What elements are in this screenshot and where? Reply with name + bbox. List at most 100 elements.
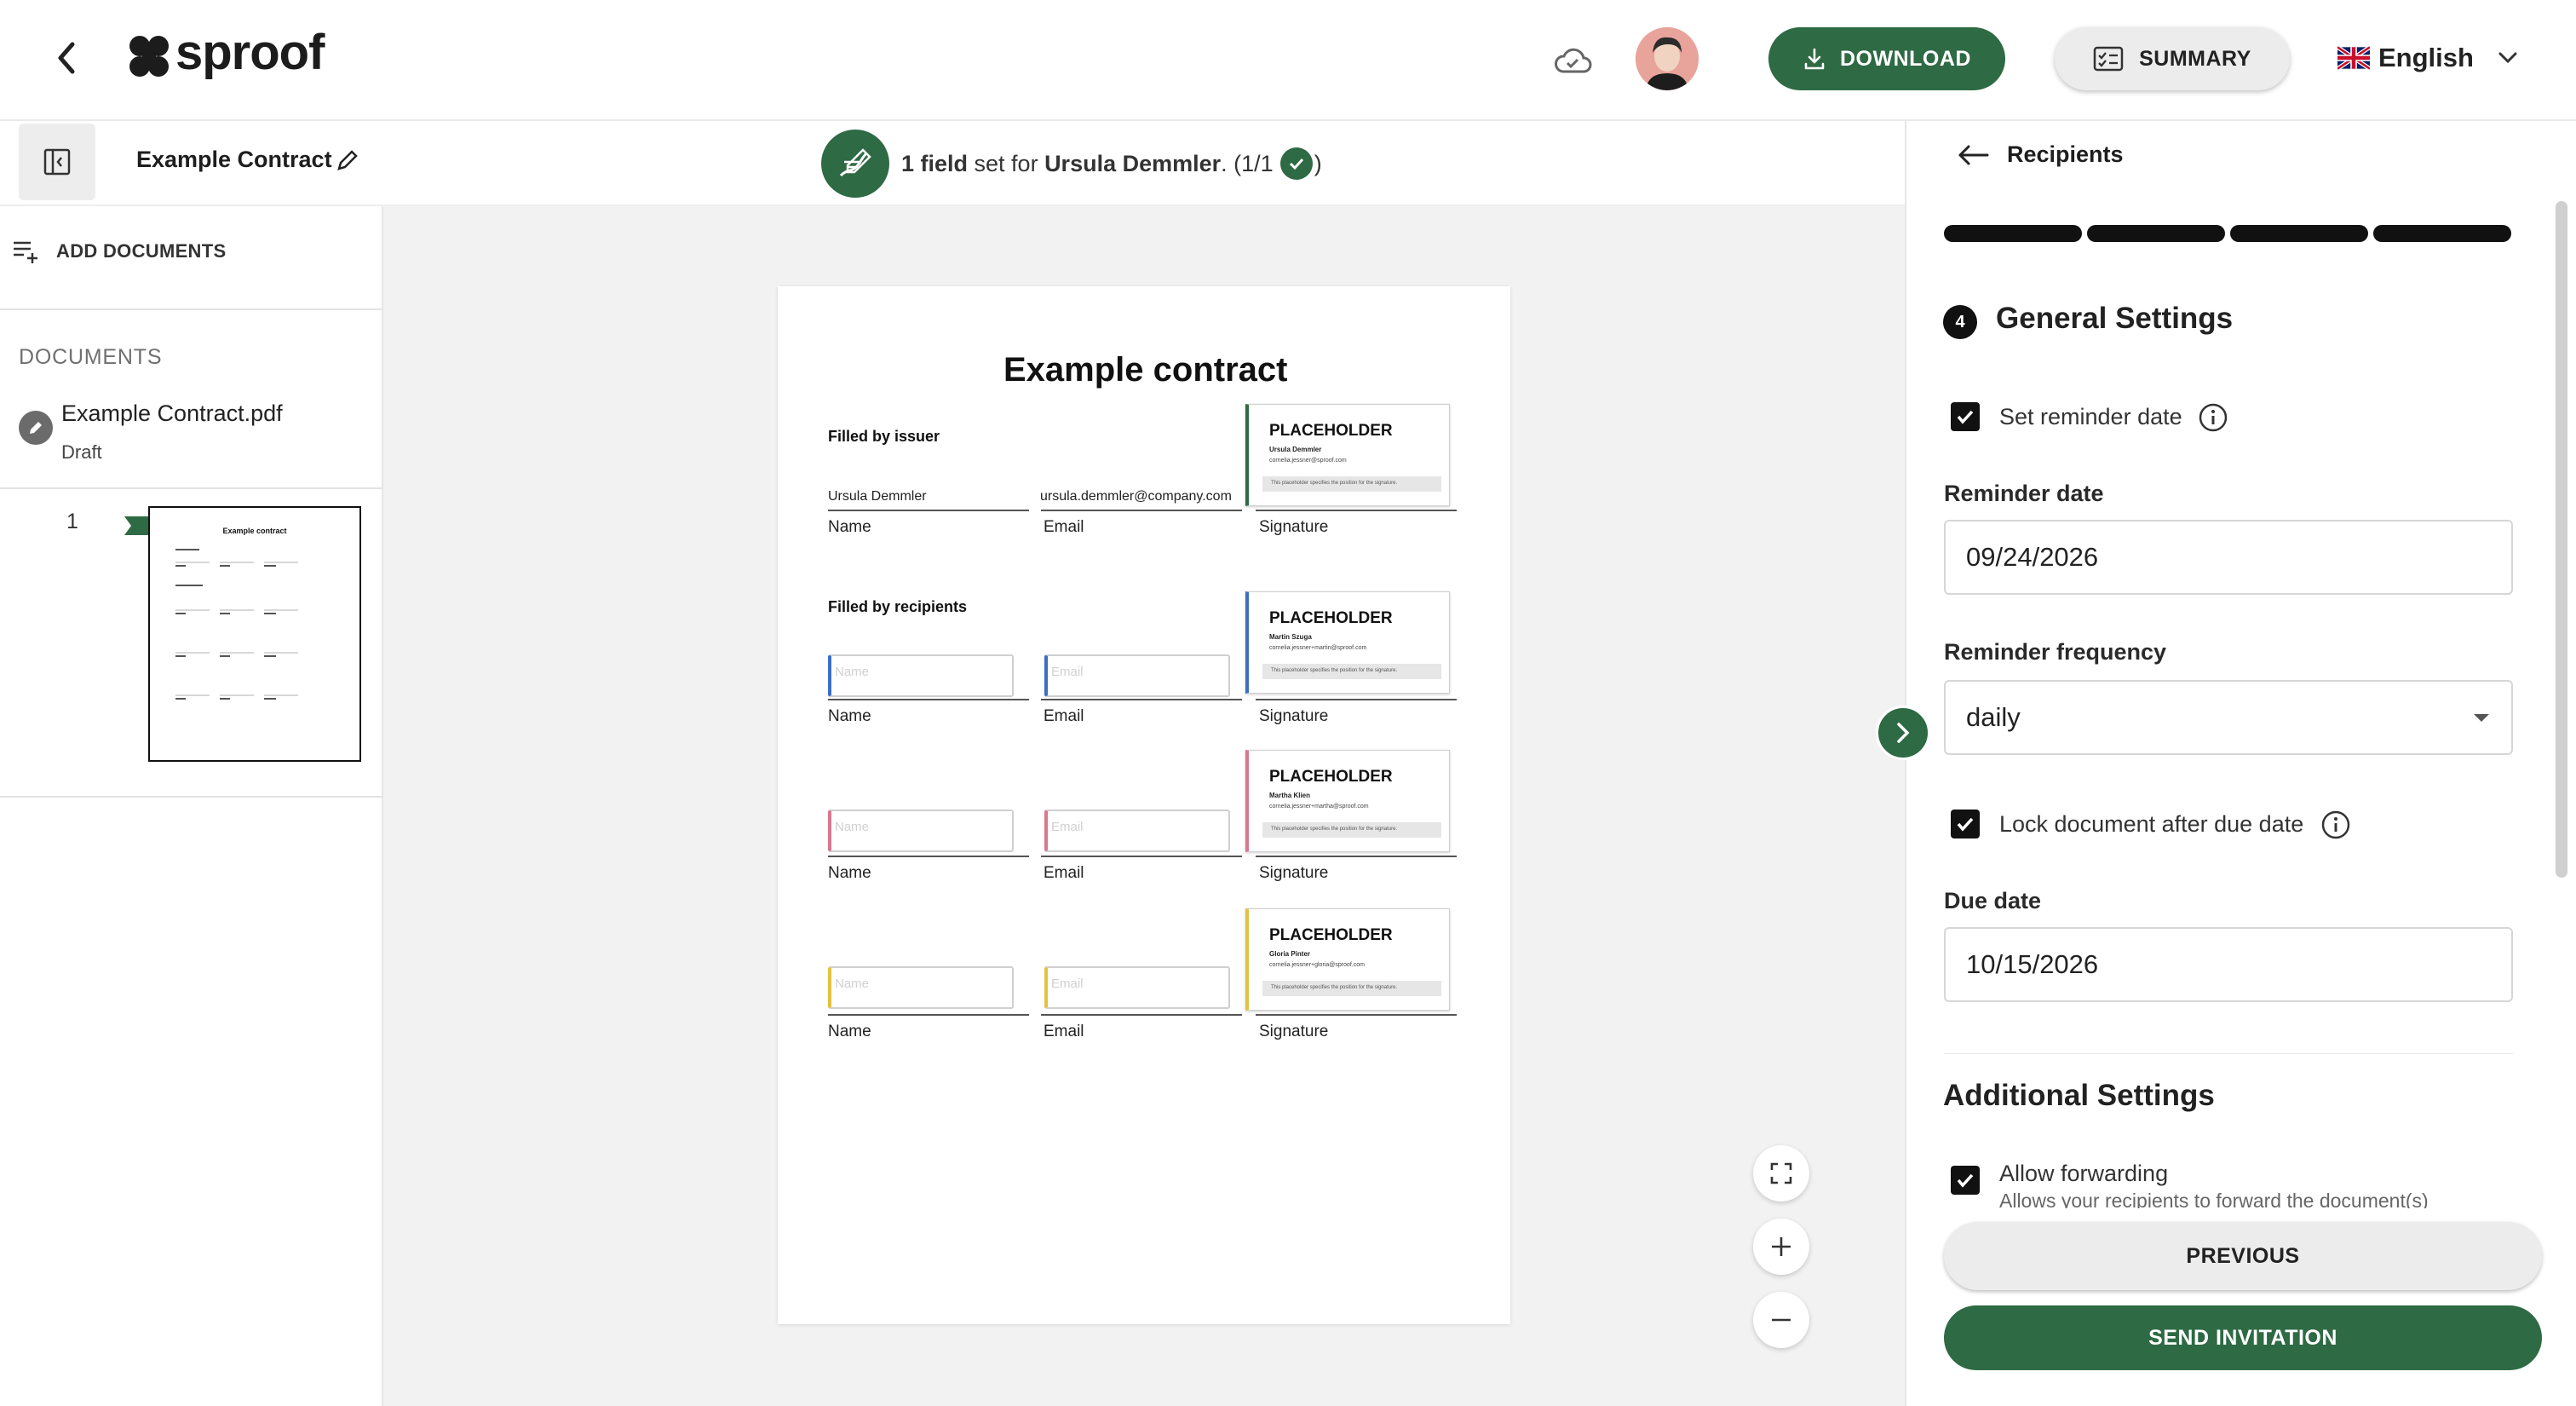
download-button[interactable]: DOWNLOAD [1768, 27, 2005, 90]
download-label: DOWNLOAD [1840, 46, 1971, 71]
field-line [828, 699, 1029, 700]
set-reminder-checkbox[interactable] [1951, 402, 1980, 431]
document-item-name[interactable]: Example Contract.pdf [61, 400, 283, 427]
allow-forwarding-description-clip: Allows your recipients to forward the do… [1999, 1190, 2527, 1208]
status-progress: . (1/1 [1221, 150, 1274, 176]
recipient-email-input[interactable]: Email [1044, 654, 1230, 697]
field-line [828, 510, 1029, 511]
zoom-out-button[interactable] [1753, 1292, 1809, 1348]
info-icon[interactable] [2198, 402, 2228, 433]
field-line [1256, 510, 1457, 511]
signature-placeholder[interactable]: PLACEHOLDER Martin Szuga cornelia.jessne… [1245, 591, 1450, 694]
back-to-recipients-arrow-icon[interactable] [1954, 136, 1992, 174]
placeholder-footer: This placeholder specifies the position … [1262, 476, 1441, 492]
reminder-date-input[interactable]: 09/24/2026 [1944, 520, 2513, 595]
email-label: Email [1044, 864, 1084, 882]
placeholder-email: cornelia.jessner+martin@sproof.com [1269, 645, 1367, 651]
fullscreen-button[interactable] [1753, 1145, 1809, 1201]
reminder-frequency-value: daily [1966, 702, 2021, 732]
language-selector[interactable]: English [2337, 34, 2518, 82]
info-icon[interactable] [2320, 810, 2351, 840]
language-label: English [2378, 43, 2474, 72]
signature-label: Signature [1259, 1023, 1329, 1040]
email-label: Email [1044, 1023, 1084, 1040]
divider [0, 308, 383, 310]
set-reminder-label: Set reminder date [1999, 404, 2182, 429]
status-middle: set for [968, 150, 1045, 176]
placeholder-recipient: Gloria Pinter [1269, 950, 1311, 958]
page-title: Example contract [1003, 351, 1288, 389]
toggle-sidebar-button[interactable] [19, 124, 95, 200]
zoom-in-button[interactable] [1753, 1219, 1809, 1275]
placeholder-footer: This placeholder specifies the position … [1262, 822, 1441, 838]
issuer-section-title: Filled by issuer [828, 428, 940, 445]
allow-forwarding-description: Allows your recipients to forward the do… [1999, 1190, 2429, 1208]
recipient-email-input[interactable]: Email [1044, 966, 1230, 1009]
send-invitation-button[interactable]: SEND INVITATION [1944, 1305, 2542, 1370]
name-label: Name [828, 518, 871, 536]
edit-title-pencil-icon[interactable] [332, 145, 363, 176]
signature-placeholder[interactable]: PLACEHOLDER Gloria Pinter cornelia.jessn… [1245, 908, 1450, 1011]
lock-document-label: Lock document after due date [1999, 811, 2304, 837]
summary-button[interactable]: SUMMARY [2055, 27, 2290, 90]
reminder-frequency-select[interactable]: daily [1944, 680, 2513, 755]
due-date-input[interactable]: 10/15/2026 [1944, 927, 2513, 1002]
collapse-panel-button[interactable] [1876, 706, 1930, 760]
recipient-email-input[interactable]: Email [1044, 810, 1230, 852]
allow-forwarding-checkbox[interactable] [1951, 1166, 1980, 1195]
user-avatar[interactable] [1636, 27, 1699, 90]
recipient-name-input[interactable]: Name [828, 810, 1014, 852]
minus-icon [1769, 1308, 1793, 1332]
status-text: 1 field set for Ursula Demmler. (1/1 [901, 151, 1274, 177]
recipient-name-input[interactable]: Name [828, 654, 1014, 697]
placeholder-title: PLACEHOLDER [1269, 926, 1393, 944]
field-line [1041, 1014, 1242, 1016]
name-label: Name [828, 1023, 871, 1040]
progress-step [1944, 225, 2082, 242]
field-line [1256, 1014, 1457, 1016]
placeholder-title: PLACEHOLDER [1269, 609, 1393, 627]
back-arrow-icon[interactable] [43, 34, 90, 82]
signature-placeholder[interactable]: PLACEHOLDER Martha Klien cornelia.jessne… [1245, 750, 1450, 852]
recipient-name-input[interactable]: Name [828, 966, 1014, 1009]
allow-forwarding-label: Allow forwarding [1999, 1161, 2169, 1186]
placeholder-email: cornelia.jessner+gloria@sproof.com [1269, 962, 1365, 968]
signature-field-icon [821, 130, 889, 198]
email-label: Email [1044, 518, 1084, 536]
plus-icon [1769, 1235, 1793, 1259]
status-end: ) [1314, 150, 1322, 176]
draft-pencil-icon [19, 411, 53, 445]
chevron-down-icon [2498, 51, 2518, 65]
reminder-date-label: Reminder date [1944, 481, 2104, 506]
recipients-section-title: Filled by recipients [828, 598, 968, 615]
placeholder-title: PLACEHOLDER [1269, 768, 1393, 786]
progress-step [2373, 225, 2511, 242]
document-item-status: Draft [61, 441, 102, 463]
signature-placeholder[interactable]: PLACEHOLDER Ursula Demmler cornelia.jess… [1245, 404, 1450, 506]
svg-text:Example contract: Example contract [222, 527, 286, 535]
step-number: 4 [1943, 305, 1977, 339]
name-label: Name [828, 707, 871, 725]
panel-header[interactable]: Recipients [2007, 141, 2124, 168]
cloud-sync-icon [1549, 43, 1596, 80]
divider [1944, 1053, 2513, 1054]
due-date-label: Due date [1944, 888, 2042, 913]
name-label: Name [828, 864, 871, 882]
status-count: 1 field [901, 150, 969, 176]
field-line [1256, 699, 1457, 700]
placeholder-recipient: Martin Szuga [1269, 633, 1312, 641]
divider [0, 796, 383, 798]
additional-settings-title: Additional Settings [1943, 1079, 2215, 1112]
page-thumbnail[interactable]: Example contract [148, 506, 361, 762]
lock-document-checkbox[interactable] [1951, 810, 1980, 838]
add-documents-button[interactable]: ADD DOCUMENTS [12, 239, 226, 264]
placeholder-footer: This placeholder specifies the position … [1262, 981, 1441, 996]
panel-scrollbar[interactable] [2556, 201, 2567, 878]
document-title[interactable]: Example Contract [136, 147, 332, 173]
previous-button[interactable]: PREVIOUS [1944, 1222, 2542, 1290]
download-icon [1803, 47, 1826, 71]
documents-header: DOCUMENTS [19, 345, 163, 369]
check-circle-icon [1279, 147, 1313, 180]
placeholder-title: PLACEHOLDER [1269, 422, 1393, 440]
placeholder-footer: This placeholder specifies the position … [1262, 664, 1441, 679]
